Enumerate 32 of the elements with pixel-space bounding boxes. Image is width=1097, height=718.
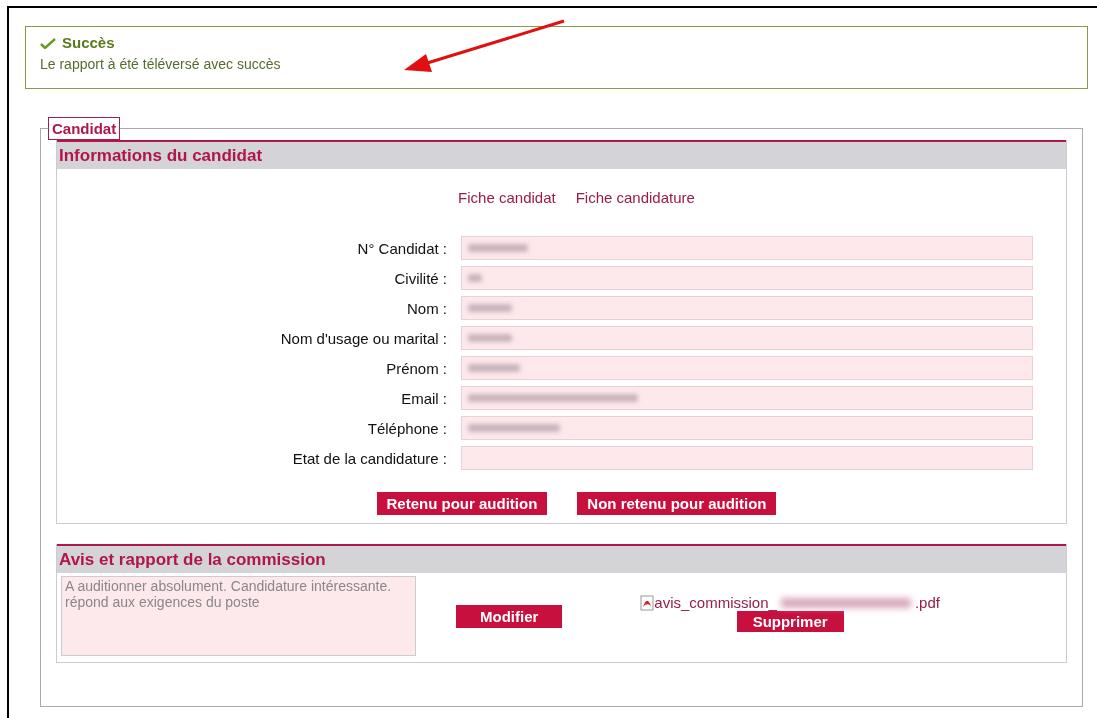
input-field[interactable] [461, 326, 1033, 350]
edit-button[interactable]: Modifier [456, 604, 563, 628]
check-icon [40, 36, 56, 49]
input-field[interactable] [461, 446, 1033, 470]
field-label: Etat de la candidature : [291, 449, 447, 467]
field-label: N° Candidat : [356, 239, 447, 257]
field-label: Nom : [406, 299, 447, 317]
input-field[interactable] [461, 236, 1033, 260]
nav-link[interactable]: Fiche candidature [575, 189, 695, 206]
field-label: Téléphone : [366, 419, 447, 437]
field-label: Civilité : [393, 269, 447, 287]
input-field[interactable] [461, 356, 1033, 380]
file-extension: .pdf [914, 594, 940, 611]
alert-title: Succès [62, 34, 115, 51]
input-field[interactable] [461, 416, 1033, 440]
section-header: Avis et rapport de la commission [57, 544, 1066, 573]
alert-message: Le rapport à été téléversé avec succès [40, 56, 282, 72]
file-name[interactable]: avis_commission_ [654, 594, 777, 611]
input-field[interactable] [461, 266, 1033, 290]
field-label: Prénom : [385, 359, 447, 377]
comment-field[interactable]: A auditionner absolument. Candidature intéressante. répond aux exigences du poste [61, 576, 416, 656]
decision-button[interactable]: Retenu pour audition [376, 492, 548, 515]
nav-link[interactable]: Fiche candidat [458, 189, 556, 206]
input-field[interactable] [461, 296, 1033, 320]
input-field[interactable] [461, 386, 1033, 410]
field-label: Email : [400, 389, 447, 407]
fieldset-legend: Candidat [48, 117, 121, 140]
pdf-icon [640, 594, 655, 611]
section-header: Informations du candidat [57, 140, 1066, 169]
field-label: Nom d'usage ou marital : [279, 329, 447, 347]
decision-button[interactable]: Non retenu pour audition [577, 492, 777, 515]
delete-button[interactable]: Supprimer [736, 611, 844, 632]
